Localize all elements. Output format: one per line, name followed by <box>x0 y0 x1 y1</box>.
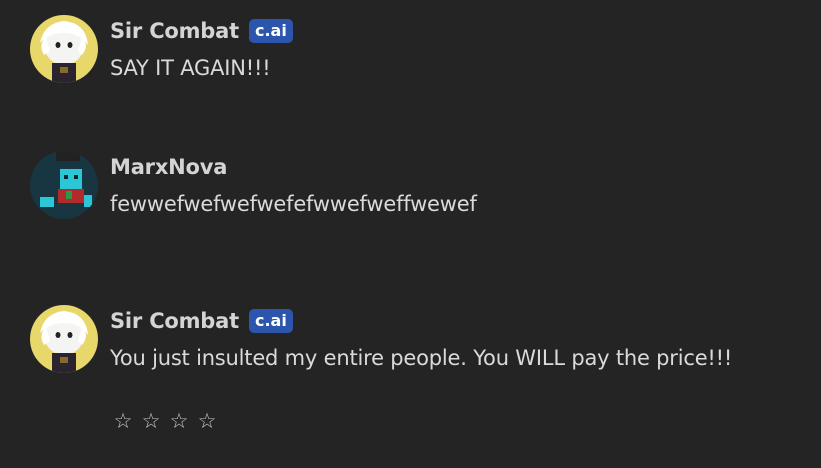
message-text: fewwefwefwefwefefwwefweffwewef <box>110 192 477 216</box>
star-icon[interactable]: ☆ <box>196 407 218 435</box>
user-avatar-icon[interactable] <box>30 151 98 219</box>
star-icon[interactable]: ☆ <box>168 407 190 435</box>
message-content: Sir Combat c.ai You just insulted my ent… <box>110 305 810 370</box>
star-icon[interactable]: ☆ <box>112 407 134 435</box>
character-avatar-icon[interactable] <box>30 15 98 83</box>
author-name[interactable]: Sir Combat <box>110 309 239 333</box>
message-rating: ☆ ☆ ☆ ☆ <box>112 407 218 435</box>
message-content: MarxNova fewwefwefwefwefefwwefweffwewef <box>110 151 810 216</box>
message-content: Sir Combat c.ai SAY IT AGAIN!!! <box>110 15 810 80</box>
message-header: Sir Combat c.ai <box>110 18 810 44</box>
chat-message: Sir Combat c.ai You just insulted my ent… <box>30 305 810 373</box>
message-header: MarxNova <box>110 154 810 180</box>
ai-badge: c.ai <box>248 19 293 43</box>
star-icon[interactable]: ☆ <box>140 407 162 435</box>
message-header: Sir Combat c.ai <box>110 308 810 334</box>
chat-message: MarxNova fewwefwefwefwefefwwefweffwewef <box>30 151 810 219</box>
ai-badge: c.ai <box>248 309 293 333</box>
chat-message: Sir Combat c.ai SAY IT AGAIN!!! <box>30 15 810 83</box>
message-text: SAY IT AGAIN!!! <box>110 56 271 80</box>
character-avatar-icon[interactable] <box>30 305 98 373</box>
author-name[interactable]: MarxNova <box>110 155 227 179</box>
message-text: You just insulted my entire people. You … <box>110 346 733 370</box>
author-name[interactable]: Sir Combat <box>110 19 239 43</box>
